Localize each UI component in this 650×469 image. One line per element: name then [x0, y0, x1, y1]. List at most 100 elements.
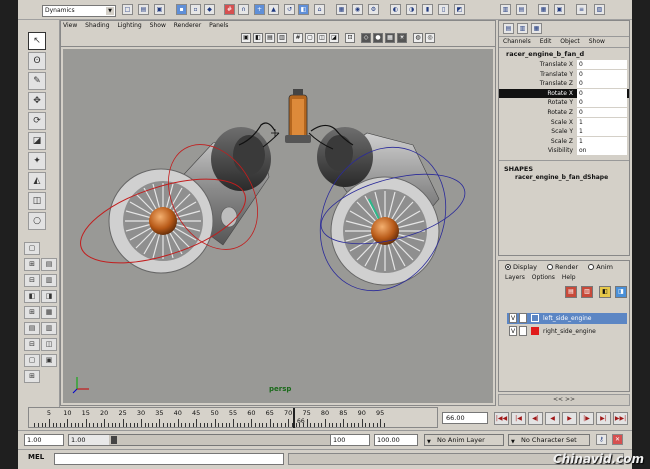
layer-menu-options[interactable]: Options — [532, 274, 555, 281]
image-plane-icon[interactable]: ▤ — [265, 33, 275, 43]
attr-value[interactable]: 0 — [577, 98, 627, 108]
cb-menu-object[interactable]: Object — [560, 38, 580, 45]
scale-tool-icon[interactable]: ◪ — [28, 132, 46, 150]
layer-visibility-toggle[interactable]: V — [509, 326, 517, 336]
render-icon[interactable]: ▦ — [336, 4, 347, 15]
sidebar-toggle-e-icon[interactable]: ≡ — [576, 4, 587, 15]
layout-graph-icon[interactable]: ⊟ — [24, 274, 40, 287]
save-scene-icon[interactable]: ▣ — [154, 4, 165, 15]
resolution-gate-icon[interactable]: ◫ — [317, 33, 327, 43]
attr-scale-y[interactable]: Scale Y 1 — [499, 127, 629, 137]
select-hierarchy-icon[interactable]: ▪ — [176, 4, 187, 15]
sidebar-toggle-d-icon[interactable]: ▣ — [554, 4, 565, 15]
attr-value[interactable]: on — [577, 146, 627, 156]
layer-color-swatch[interactable] — [531, 314, 539, 322]
mode-display[interactable]: Display — [505, 263, 537, 271]
shape-name[interactable]: racer_engine_b_fan_dShape — [499, 174, 629, 181]
layout-hypershade-icon[interactable]: ▥ — [41, 274, 57, 287]
attr-value[interactable]: 0 — [577, 60, 627, 69]
channel-box-toggle-icon[interactable]: ▧ — [594, 4, 605, 15]
mode-render[interactable]: Render — [547, 263, 578, 271]
step-back-key-button[interactable]: |◀ — [511, 412, 526, 425]
key-icon[interactable]: ⚷ — [596, 434, 607, 445]
camera-attrs-icon[interactable]: ▣ — [241, 33, 251, 43]
layout-four-icon[interactable]: ⊞ — [24, 258, 40, 271]
layer-row-right[interactable]: V right_side_engine — [507, 326, 627, 337]
time-slider[interactable]: 5 10 15 20 25 30 35 40 45 50 55 60 65 70 75 80 85 90 95 66 — [28, 407, 438, 428]
anim-layer-dropdown[interactable]: ▼ No Anim Layer — [424, 434, 504, 446]
tool-icon-c[interactable]: ▮ — [422, 4, 433, 15]
layout-outliner-icon[interactable]: ▤ — [41, 258, 57, 271]
manipulator-tool-icon[interactable]: ✦ — [28, 152, 46, 170]
layer-scroll-arrows[interactable]: << >> — [498, 394, 630, 406]
command-language-label[interactable]: MEL — [28, 453, 44, 461]
layout-persp-outliner-icon[interactable]: ▦ — [41, 306, 57, 319]
attr-value[interactable]: 1 — [577, 136, 627, 146]
snap-grid-icon[interactable]: # — [224, 4, 235, 15]
step-back-frame-button[interactable]: ◀| — [528, 412, 543, 425]
cb-menu-edit[interactable]: Edit — [540, 38, 552, 45]
layer-menu-help[interactable]: Help — [562, 274, 576, 281]
layout-uv-icon[interactable]: ◨ — [41, 290, 57, 303]
attr-value[interactable]: 1 — [577, 117, 627, 127]
attr-rotate-z[interactable]: Rotate Z 0 — [499, 107, 629, 118]
current-frame-indicator[interactable] — [293, 408, 295, 428]
layer-tool-b-icon[interactable]: ◨ — [615, 286, 627, 298]
snap-point-icon[interactable]: + — [254, 4, 265, 15]
circle-tool-icon[interactable]: ○ — [28, 212, 46, 230]
layout-custom-c-icon[interactable]: ⊞ — [24, 370, 40, 383]
preferences-icon[interactable]: ✕ — [612, 434, 623, 445]
go-to-start-button[interactable]: |◀◀ — [494, 412, 509, 425]
move-tool-icon[interactable]: ✥ — [28, 92, 46, 110]
attr-translate-z[interactable]: Translate Z 0 — [499, 79, 629, 89]
layer-visibility-toggle[interactable]: V — [509, 313, 517, 323]
film-gate-icon[interactable]: ▢ — [305, 33, 315, 43]
character-set-dropdown[interactable]: ▼ No Character Set — [508, 434, 590, 446]
play-backwards-button[interactable]: ◀ — [545, 412, 560, 425]
panel-menu-renderer[interactable]: Renderer — [174, 22, 201, 29]
wireframe-icon[interactable]: ◇ — [361, 33, 371, 43]
last-tool-icon[interactable]: ◫ — [28, 192, 46, 210]
sidebar-toggle-b-icon[interactable]: ▤ — [516, 4, 527, 15]
new-layer-selected-icon[interactable]: ▥ — [581, 286, 593, 298]
layout-hyper-icon[interactable]: ◫ — [41, 338, 57, 351]
tool-icon-d[interactable]: ▯ — [438, 4, 449, 15]
construction-history-icon[interactable]: ⌂ — [314, 4, 325, 15]
xray-icon[interactable]: ◍ — [413, 33, 423, 43]
end-time-field[interactable]: 100.00 — [374, 434, 418, 446]
lights-icon[interactable]: ☀ — [397, 33, 407, 43]
panel-menu-shading[interactable]: Shading — [85, 22, 109, 29]
range-handle[interactable] — [111, 436, 117, 444]
inner-end-field[interactable]: 100 — [330, 434, 370, 446]
cb-icon-b[interactable]: ▥ — [517, 23, 528, 34]
cb-icon-c[interactable]: ▦ — [531, 23, 542, 34]
attr-rotate-x[interactable]: Rotate X 0 — [499, 88, 629, 99]
sidebar-toggle-c-icon[interactable]: ▦ — [538, 4, 549, 15]
attr-value[interactable]: 0 — [577, 107, 627, 117]
layout-single-icon[interactable]: ▢ — [24, 242, 40, 255]
inner-start-field[interactable]: 1.00 — [69, 435, 109, 445]
panel-menu-lighting[interactable]: Lighting — [117, 22, 141, 29]
attr-scale-z[interactable]: Scale Z 1 — [499, 136, 629, 147]
attr-value[interactable]: 0 — [577, 69, 627, 79]
layout-trax-icon[interactable]: ⊟ — [24, 338, 40, 351]
current-time-field[interactable]: 66.00 — [442, 412, 488, 424]
bookmark-icon[interactable]: ◧ — [253, 33, 263, 43]
cb-icon-a[interactable]: ▤ — [503, 23, 514, 34]
layer-menu-layers[interactable]: Layers — [505, 274, 525, 281]
layer-tool-a-icon[interactable]: ◧ — [599, 286, 611, 298]
play-forwards-button[interactable]: ▶ — [562, 412, 577, 425]
snap-curve-icon[interactable]: ∩ — [238, 4, 249, 15]
layout-persp-graph-icon[interactable]: ⊞ — [24, 306, 40, 319]
attr-value[interactable]: 0 — [577, 88, 627, 98]
field-chart-icon[interactable]: ⊡ — [345, 33, 355, 43]
mode-anim[interactable]: Anim — [588, 263, 613, 271]
attr-value[interactable]: 1 — [577, 127, 627, 137]
layout-custom-a-icon[interactable]: ▢ — [24, 354, 40, 367]
render-settings-icon[interactable]: ⚙ — [368, 4, 379, 15]
ipr-render-icon[interactable]: ◉ — [352, 4, 363, 15]
tool-icon-e[interactable]: ◩ — [454, 4, 465, 15]
soft-mod-tool-icon[interactable]: ◭ — [28, 172, 46, 190]
perspective-viewport[interactable]: persp — [63, 49, 493, 403]
tool-icon-b[interactable]: ◑ — [406, 4, 417, 15]
